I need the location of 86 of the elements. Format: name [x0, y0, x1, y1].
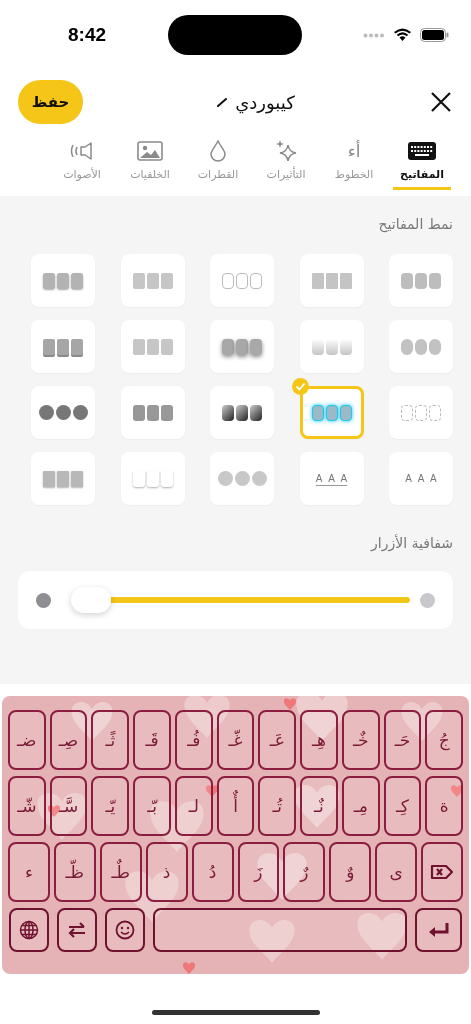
emoji-icon [115, 920, 135, 940]
key[interactable]: يّـ [91, 776, 130, 836]
key-preview-icon [222, 404, 262, 421]
swap-arrows-icon [67, 922, 87, 938]
key[interactable]: صِـ [49, 710, 88, 770]
key[interactable]: خٌـ [341, 710, 380, 770]
key[interactable]: عَـ [258, 710, 297, 770]
key[interactable]: وٌ [329, 842, 372, 902]
key[interactable]: سَّـ [49, 776, 88, 836]
key-preview-icon [132, 404, 173, 421]
key[interactable]: زَ [237, 842, 280, 902]
key[interactable]: ظّـ [53, 842, 96, 902]
sparkles-icon [275, 139, 297, 163]
keyboard-icon [408, 142, 436, 160]
key-preview-icon [311, 404, 352, 421]
key-preview-icon [311, 338, 352, 355]
key-style-option[interactable] [210, 386, 274, 439]
key[interactable]: ذ [145, 842, 188, 902]
key[interactable]: قَـ [133, 710, 171, 770]
key-preview-icon [43, 470, 83, 487]
key[interactable]: مِـ [341, 776, 380, 836]
key[interactable]: ة [425, 776, 464, 836]
keyboard-name: كيبوردي [235, 91, 295, 113]
letters-icon: أء [347, 140, 361, 162]
save-button[interactable]: حفظ [18, 80, 83, 124]
key[interactable]: هِـ [300, 710, 338, 770]
key-style-option[interactable]: A A A [299, 452, 364, 505]
status-time: 8:42 [68, 24, 107, 46]
key[interactable]: دُ [191, 842, 234, 902]
tab[interactable]: أء الخطوط [325, 140, 383, 190]
key-preview-icon [43, 272, 83, 289]
key[interactable]: بّـ [133, 776, 171, 836]
key[interactable]: حَـ [383, 710, 422, 770]
key-preview-icon [311, 272, 352, 289]
battery-icon [420, 28, 449, 42]
key-preview-icon [401, 338, 441, 355]
key[interactable]: غّـ [216, 710, 255, 770]
key[interactable]: ثًـ [91, 710, 130, 770]
close-button[interactable] [429, 90, 453, 114]
return-key[interactable] [415, 908, 462, 952]
max-dot-icon [420, 592, 435, 608]
section-title: نمط المفاتيح [377, 216, 453, 232]
drop-icon [210, 140, 226, 162]
key[interactable]: أٌ [216, 776, 255, 836]
key-preview-icon [132, 272, 173, 289]
tab[interactable]: المفاتيح [393, 140, 451, 190]
emoji-key[interactable] [105, 908, 145, 952]
image-icon [137, 141, 163, 161]
min-dot-icon [36, 592, 51, 608]
speaker-icon [69, 141, 95, 161]
key-preview-icon [132, 338, 173, 355]
globe-key[interactable] [9, 908, 49, 952]
signal-icon [363, 32, 385, 38]
key[interactable]: لـ [174, 776, 213, 836]
key-preview-icon [132, 470, 173, 487]
key[interactable]: تُـ [258, 776, 297, 836]
key[interactable]: ضـ [7, 710, 46, 770]
key-preview-icon [401, 404, 441, 421]
opacity-slider[interactable] [71, 587, 410, 613]
key[interactable]: نٌـ [300, 776, 338, 836]
check-icon [291, 378, 309, 395]
backspace-key[interactable] [421, 842, 464, 902]
key-preview-icon [222, 272, 262, 289]
pencil-icon[interactable] [217, 97, 228, 107]
key[interactable]: جُ [425, 710, 464, 770]
return-icon [427, 922, 450, 938]
key-style-option[interactable] [31, 386, 95, 439]
globe-icon [19, 920, 39, 940]
key[interactable]: فُـ [174, 710, 213, 770]
key[interactable]: كِـ [383, 776, 422, 836]
key-style-option[interactable]: A A A [389, 452, 453, 505]
wifi-icon [393, 28, 412, 42]
backspace-icon [430, 864, 455, 880]
key[interactable]: ى [375, 842, 418, 902]
key[interactable]: طٌـ [99, 842, 142, 902]
key-preview-icon [43, 338, 83, 355]
key-preview-icon [401, 272, 441, 289]
section-title: شفافية الأزرار [369, 535, 453, 551]
slider-thumb[interactable] [71, 587, 112, 613]
key-preview-icon [222, 338, 262, 355]
key-preview-icon [38, 405, 88, 420]
key[interactable]: رٌ [283, 842, 326, 902]
key[interactable]: شّـ [7, 776, 46, 836]
key-preview-icon [217, 471, 267, 486]
switch-key[interactable] [57, 908, 97, 952]
key[interactable]: ء [7, 842, 50, 902]
